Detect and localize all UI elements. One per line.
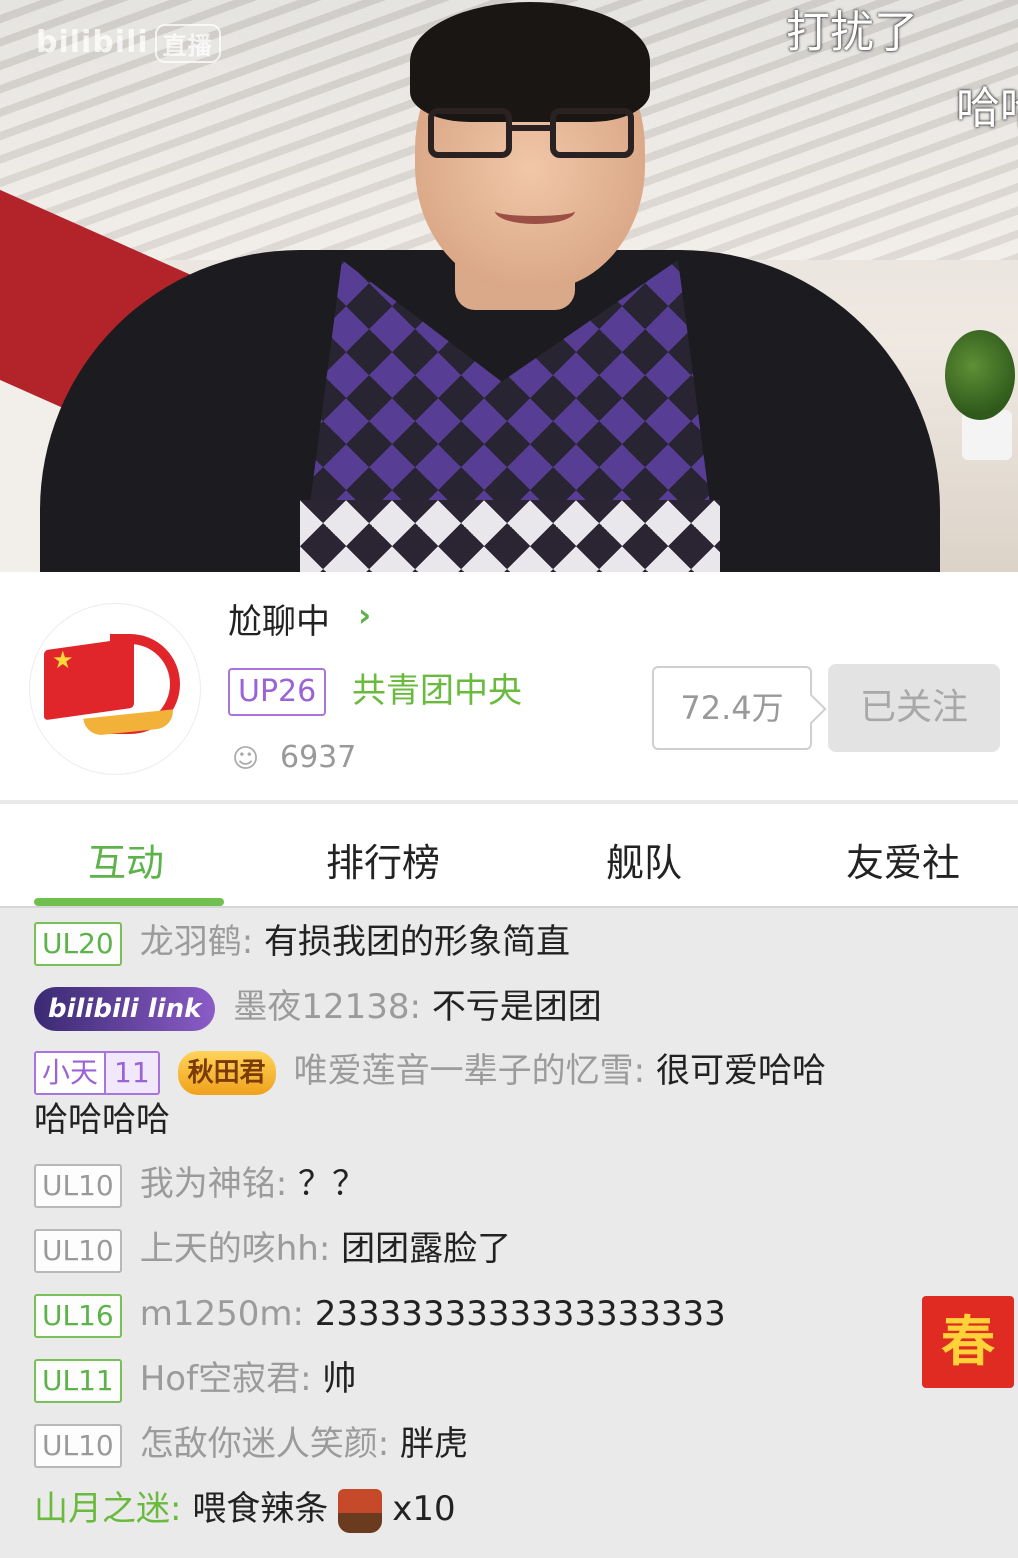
chat-text: 2333333333333333333 bbox=[314, 1294, 726, 1334]
fans-count: 72.4万 bbox=[652, 666, 812, 750]
streamer-smile bbox=[495, 198, 575, 224]
danmaku-comment: 哈哈 bbox=[956, 83, 1018, 134]
tab-fan-club[interactable]: 友爱社 bbox=[846, 832, 960, 887]
chat-username[interactable]: 我为神铭: bbox=[140, 1164, 287, 1204]
watermark-live-label: 直播 bbox=[154, 24, 221, 63]
chat-username[interactable]: 怎敌你迷人笑颜: bbox=[140, 1424, 389, 1464]
online-count: 6937 bbox=[280, 740, 357, 775]
spicy-strip-gift-icon bbox=[338, 1488, 383, 1533]
chevron-right-icon[interactable]: › bbox=[358, 596, 371, 634]
spring-festival-button[interactable]: 春 bbox=[922, 1296, 1014, 1388]
gift-count: x10 bbox=[392, 1489, 456, 1529]
chat-text: 很可爱哈哈 bbox=[655, 1051, 826, 1091]
tab-fleet[interactable]: 舰队 bbox=[606, 832, 682, 887]
danmaku-comment: 打扰了 bbox=[786, 7, 918, 58]
fan-medal-name: 小天 bbox=[36, 1052, 105, 1093]
room-title[interactable]: 尬聊中 bbox=[228, 594, 330, 643]
chat-username[interactable]: 上天的咳hh: bbox=[140, 1229, 331, 1269]
gift-action: 喂食辣条 bbox=[192, 1489, 329, 1529]
chat-text: 胖虎 bbox=[400, 1424, 469, 1464]
tab-interaction[interactable]: 互动 bbox=[88, 832, 164, 887]
fan-medal-level: 11 bbox=[104, 1052, 158, 1093]
tab-ranking[interactable]: 排行榜 bbox=[326, 832, 440, 887]
gift-message: 山月之迷: 喂食辣条 x10 bbox=[34, 1485, 456, 1533]
user-level-badge: UL10 bbox=[34, 1423, 122, 1468]
active-tab-indicator bbox=[34, 898, 224, 906]
chat-text: 帅 bbox=[322, 1359, 357, 1399]
follow-button[interactable]: 已关注 bbox=[828, 664, 1000, 752]
chat-message: UL10 我为神铭: ？？ bbox=[34, 1160, 366, 1208]
anchor-name[interactable]: 共青团中央 bbox=[352, 668, 522, 714]
room-info-panel: ★ 尬聊中 › UP26 共青团中央 ☺ 6937 72.4万 已关注 bbox=[0, 572, 1018, 800]
title-badge: 秋田君 bbox=[177, 1050, 276, 1095]
chat-username[interactable]: m1250m: bbox=[140, 1294, 304, 1334]
gift-username[interactable]: 山月之迷: bbox=[34, 1489, 181, 1529]
user-level-badge: UL20 bbox=[34, 921, 122, 966]
up-level-badge: UP26 bbox=[228, 668, 327, 716]
chat-text: 哈哈哈哈 bbox=[34, 1100, 170, 1140]
chat-message: UL16 m1250m: 2333333333333333333 bbox=[34, 1290, 726, 1338]
glasses-right-lens bbox=[550, 108, 634, 158]
chat-username[interactable]: 墨夜12138: bbox=[233, 987, 421, 1027]
chat-message: UL10 怎敌你迷人笑颜: 胖虎 bbox=[34, 1420, 468, 1468]
chat-message-continued: 哈哈哈哈 bbox=[34, 1096, 170, 1144]
user-level-badge: UL10 bbox=[34, 1163, 122, 1208]
chat-text: 团团露脸了 bbox=[341, 1229, 512, 1269]
chat-text: ？？ bbox=[298, 1164, 367, 1204]
chat-message: bilibili link 墨夜12138: 不亏是团团 bbox=[34, 983, 602, 1031]
room-tabs: 互动 排行榜 舰队 友爱社 bbox=[0, 804, 1018, 908]
fan-medal-badge: 小天 11 bbox=[34, 1050, 160, 1095]
plant-background bbox=[945, 330, 1015, 420]
chat-username[interactable]: 龙羽鹤: bbox=[140, 922, 253, 962]
streamer-hair bbox=[410, 2, 650, 122]
chat-username[interactable]: 唯爱莲音一辈子的忆雪: bbox=[294, 1051, 645, 1091]
live-video-player[interactable]: bilibili直播 打扰了 哈哈 bbox=[0, 0, 1018, 572]
bilibili-link-badge: bilibili link bbox=[34, 986, 216, 1031]
anchor-avatar[interactable]: ★ bbox=[30, 604, 200, 774]
glasses-bridge bbox=[510, 125, 552, 131]
chat-message: UL11 Hof空寂君: 帅 bbox=[34, 1355, 356, 1403]
watermark-brand: bilibili bbox=[36, 25, 149, 60]
chat-message: UL20 龙羽鹤: 有损我团的形象简直 bbox=[34, 918, 570, 966]
chat-message: 小天 11 秋田君 唯爱莲音一辈子的忆雪: 很可爱哈哈 bbox=[34, 1047, 826, 1095]
user-level-badge: UL11 bbox=[34, 1358, 122, 1403]
chat-text: 不亏是团团 bbox=[431, 987, 602, 1027]
glasses-left-lens bbox=[428, 108, 512, 158]
chat-message: UL10 上天的咳hh: 团团露脸了 bbox=[34, 1225, 511, 1273]
chat-username[interactable]: Hof空寂君: bbox=[140, 1359, 312, 1399]
chat-text: 有损我团的形象简直 bbox=[264, 922, 571, 962]
star-icon: ★ bbox=[52, 646, 74, 674]
bilibili-live-watermark: bilibili 直播 bbox=[36, 24, 221, 63]
user-level-badge: UL10 bbox=[34, 1228, 122, 1273]
streamer-sweater-hem bbox=[300, 500, 720, 572]
viewers-icon: ☺ bbox=[232, 744, 260, 774]
user-level-badge: UL16 bbox=[34, 1293, 122, 1338]
